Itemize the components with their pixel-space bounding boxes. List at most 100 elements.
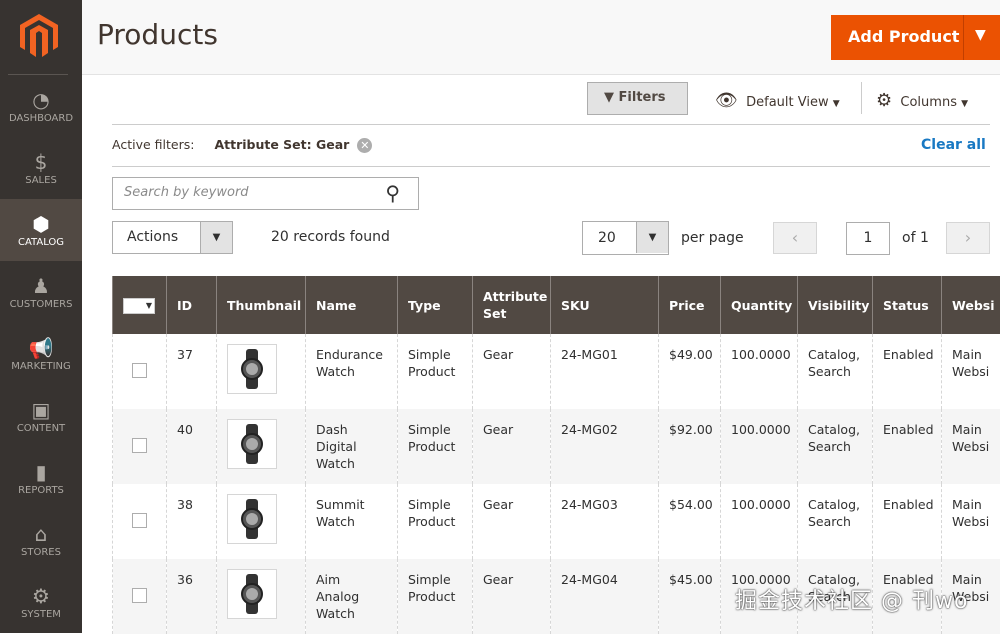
row-checkbox[interactable] (132, 438, 147, 453)
row-checkbox-cell[interactable] (113, 334, 167, 409)
watermark: 掘金技术社区 @ 刊wo (735, 583, 968, 615)
sidebar-item-content[interactable]: ▣CONTENT (0, 385, 82, 447)
search-input[interactable]: Search by keyword⚲ (112, 177, 419, 210)
actions-dropdown[interactable]: Actions▼ (112, 221, 233, 254)
name-value: Aim Analog Watch (316, 572, 359, 621)
set-value: Gear (483, 572, 513, 587)
sidebar-item-reports[interactable]: ▮REPORTS (0, 447, 82, 509)
status-value: Enabled (883, 422, 934, 437)
id-value: 38 (177, 497, 193, 512)
name-value: Endurance Watch (316, 347, 383, 379)
column-header-thumbnail[interactable]: Thumbnail (217, 276, 306, 334)
sidebar-item-dashboard[interactable]: ◔DASHBOARD (0, 75, 82, 137)
megaphone-icon: 📢 (0, 335, 82, 361)
price-value: $49.00 (669, 347, 713, 362)
watch-thumbnail[interactable] (227, 494, 277, 544)
sidebar-item-system[interactable]: ⚙SYSTEM (0, 571, 82, 633)
divider (112, 124, 990, 125)
column-header-visibility[interactable]: Visibility (798, 276, 873, 334)
eye-icon: 👁 (715, 90, 738, 111)
add-product-button[interactable]: Add Product ▼ (831, 15, 1000, 60)
chevron-down-icon[interactable]: ▼ (975, 27, 986, 43)
column-header-sku[interactable]: SKU (551, 276, 659, 334)
table-row[interactable]: 37Endurance WatchSimple ProductGear24-MG… (113, 334, 1000, 409)
cell-name: Summit Watch (306, 484, 398, 559)
column-header-name[interactable]: Name (306, 276, 398, 334)
previous-page-button[interactable]: ‹ (773, 222, 817, 254)
sidebar-item-label: CONTENT (17, 423, 65, 434)
watch-thumbnail[interactable] (227, 344, 277, 394)
id-value: 36 (177, 572, 193, 587)
sidebar-item-customers[interactable]: ♟CUSTOMERS (0, 261, 82, 323)
web-value: Main Websi (952, 497, 989, 529)
column-header-quantity[interactable]: Quantity (721, 276, 798, 334)
row-checkbox-cell[interactable] (113, 559, 167, 634)
column-header-websi[interactable]: Websi (942, 276, 1000, 334)
cell-id: 36 (167, 559, 217, 634)
row-checkbox-cell[interactable] (113, 409, 167, 484)
row-checkbox[interactable] (132, 513, 147, 528)
search-icon[interactable]: ⚲ (385, 181, 400, 205)
cell-sku: 24-MG04 (551, 559, 659, 634)
default-view-dropdown[interactable]: 👁 Default View ▼ (715, 90, 840, 111)
qty-value: 100.0000 (731, 347, 791, 362)
watch-thumbnail[interactable] (227, 569, 277, 619)
table-row[interactable]: 40Dash Digital WatchSimple ProductGear24… (113, 409, 1000, 484)
clear-all-link[interactable]: Clear all (921, 137, 986, 153)
sidebar-item-label: CATALOG (18, 237, 64, 248)
active-filters: Active filters:Attribute Set: Gear✕ (112, 137, 372, 153)
column-header-attribute-set[interactable]: Attribute Set (473, 276, 551, 334)
gear-icon: ⚙ (0, 583, 82, 609)
row-checkbox[interactable] (132, 363, 147, 378)
chevron-down-icon[interactable]: ▼ (200, 222, 232, 253)
cell-sku: 24-MG02 (551, 409, 659, 484)
vis-value: Catalog, Search (808, 347, 860, 379)
cell-price: $49.00 (659, 334, 721, 409)
row-checkbox-cell[interactable] (113, 484, 167, 559)
column-header-id[interactable]: ID (167, 276, 217, 334)
sku-value: 24-MG01 (561, 347, 618, 362)
column-header-price[interactable]: Price (659, 276, 721, 334)
column-header-type[interactable]: Type (398, 276, 473, 334)
cell-price: $45.00 (659, 559, 721, 634)
columns-dropdown[interactable]: ⚙ Columns ▼ (876, 90, 968, 111)
dollar-icon: $ (0, 149, 82, 175)
set-value: Gear (483, 347, 513, 362)
sidebar-item-marketing[interactable]: 📢MARKETING (0, 323, 82, 385)
type-value: Simple Product (408, 572, 455, 604)
watch-thumbnail[interactable] (227, 419, 277, 469)
sidebar-item-label: STORES (21, 547, 61, 558)
page-input[interactable]: 1 (846, 222, 890, 255)
cell-vis: Catalog, Search (798, 334, 873, 409)
sidebar-item-label: MARKETING (11, 361, 71, 372)
select-all-checkbox[interactable]: ▼ (113, 276, 167, 334)
chevron-down-icon: ▼ (961, 99, 968, 109)
divider (963, 15, 964, 60)
cell-qty: 100.0000 (721, 484, 798, 559)
remove-filter-icon[interactable]: ✕ (357, 138, 372, 153)
cell-sku: 24-MG03 (551, 484, 659, 559)
sidebar-item-sales[interactable]: $SALES (0, 137, 82, 199)
price-value: $92.00 (669, 422, 713, 437)
next-page-button[interactable]: › (946, 222, 990, 254)
funnel-icon: ▼ (604, 90, 614, 105)
sidebar-item-catalog[interactable]: ⬢CATALOG (0, 199, 82, 261)
thumbnail-cell (217, 559, 306, 634)
cell-status: Enabled (873, 334, 942, 409)
sidebar-item-stores[interactable]: ⌂STORES (0, 509, 82, 571)
cell-status: Enabled (873, 409, 942, 484)
cell-name: Dash Digital Watch (306, 409, 398, 484)
magento-logo[interactable] (20, 14, 58, 58)
cell-qty: 100.0000 (721, 409, 798, 484)
cell-set: Gear (473, 334, 551, 409)
cell-web: Main Websi (942, 334, 1000, 409)
per-page-select[interactable]: 20▼ (582, 221, 669, 255)
chevron-down-icon[interactable]: ▼ (636, 222, 668, 253)
gear-icon: ⚙ (876, 90, 892, 111)
table-row[interactable]: 38Summit WatchSimple ProductGear24-MG03$… (113, 484, 1000, 559)
row-checkbox[interactable] (132, 588, 147, 603)
column-header-status[interactable]: Status (873, 276, 942, 334)
type-value: Simple Product (408, 347, 455, 379)
filters-button[interactable]: ▼ Filters (587, 82, 688, 115)
cell-set: Gear (473, 559, 551, 634)
